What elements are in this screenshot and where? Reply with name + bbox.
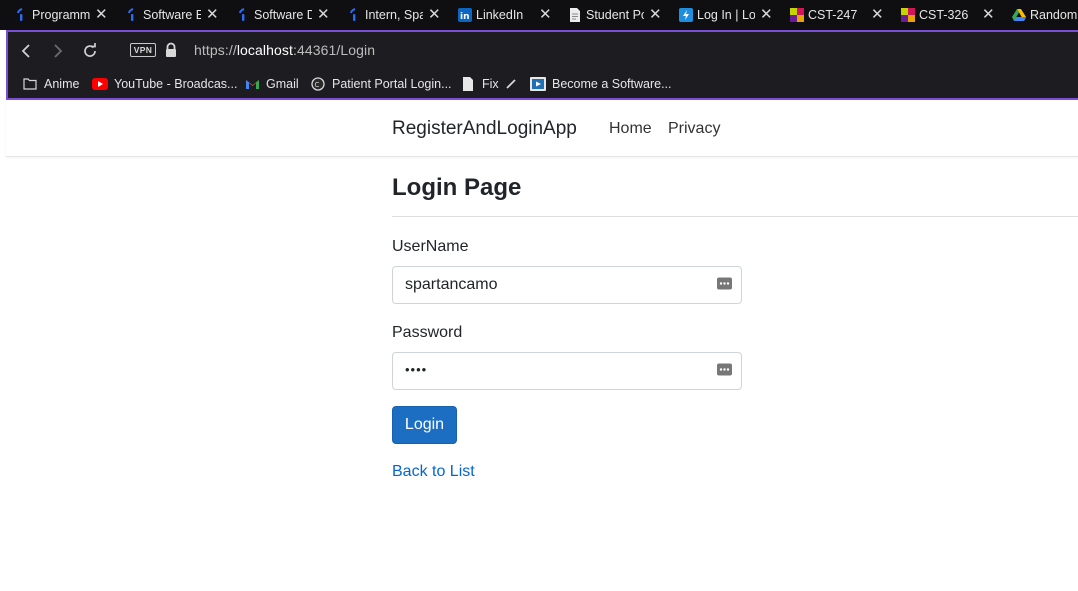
nav-privacy-link[interactable]: Privacy (668, 120, 720, 138)
browser-tab[interactable]: Intern, Spa ✕ (347, 0, 447, 30)
browser-tab[interactable]: CST-247 ✕ (790, 0, 890, 30)
linkedin-icon: in (458, 8, 472, 22)
browser-tab[interactable]: Software D ✕ (236, 0, 336, 30)
indeed-icon (347, 8, 361, 22)
youtube-icon (92, 77, 108, 91)
indeed-icon (14, 8, 28, 22)
reload-button[interactable] (80, 41, 100, 61)
close-tab-icon[interactable]: ✕ (649, 7, 662, 22)
password-manager-icon[interactable] (717, 277, 732, 290)
close-tab-icon[interactable]: ✕ (95, 7, 108, 22)
bolt-icon (679, 8, 693, 22)
close-tab-icon[interactable]: ✕ (317, 7, 330, 22)
close-tab-icon[interactable]: ✕ (539, 7, 552, 22)
close-tab-icon[interactable]: ✕ (206, 7, 219, 22)
username-label: UserName (392, 238, 469, 255)
reload-icon (84, 43, 96, 57)
password-label: Password (392, 324, 463, 341)
bookmark-become-software[interactable]: Become a Software... (530, 75, 672, 93)
tab-strip: Programm ✕ Software E ✕ Software D ✕ Int… (0, 0, 1078, 30)
bookmark-youtube[interactable]: YouTube - Broadcas... (92, 75, 237, 93)
navbar: RegisterAndLoginApp Home Privacy (6, 100, 1078, 157)
close-tab-icon[interactable]: ✕ (760, 7, 773, 22)
course-icon (790, 8, 804, 22)
vpn-badge[interactable]: VPN (130, 43, 156, 57)
pencil-icon (505, 78, 517, 90)
forward-arrow-icon (54, 44, 63, 58)
password-manager-icon[interactable] (717, 363, 732, 376)
browser-tab[interactable]: in LinkedIn ✕ (458, 0, 558, 30)
document-icon (568, 8, 582, 22)
close-tab-icon[interactable]: ✕ (982, 7, 995, 22)
username-field-wrapper (392, 266, 742, 304)
back-button[interactable] (16, 41, 36, 61)
back-to-list-link[interactable]: Back to List (392, 463, 475, 481)
browser-tab[interactable]: Programm ✕ (14, 0, 114, 30)
brand-link[interactable]: RegisterAndLoginApp (392, 118, 577, 140)
indeed-icon (125, 8, 139, 22)
page-title: Login Page (392, 174, 522, 201)
browser-tab[interactable]: Random (1012, 0, 1078, 30)
password-mask: •••• (405, 362, 428, 377)
browser-tab[interactable]: Software E ✕ (125, 0, 225, 30)
browser-tab[interactable]: Student Po ✕ (568, 0, 668, 30)
browser-toolbar: VPN https://localhost:44361/Login Anime … (6, 30, 1078, 100)
login-button[interactable]: Login (392, 406, 457, 444)
address-bar[interactable]: https://localhost:44361/Login (194, 42, 375, 58)
divider (392, 216, 1078, 217)
gmail-icon (244, 77, 260, 91)
back-arrow-icon (21, 44, 30, 58)
bookmark-patient-portal[interactable]: C Patient Portal Login... (310, 75, 452, 93)
folder-icon (22, 77, 38, 91)
page-icon (460, 77, 476, 91)
portal-icon: C (310, 77, 326, 91)
course-icon (901, 8, 915, 22)
nav-home-link[interactable]: Home (609, 120, 652, 138)
drive-icon (1012, 8, 1026, 22)
bookmark-gmail[interactable]: Gmail (244, 75, 299, 93)
web-page: RegisterAndLoginApp Home Privacy Login P… (6, 100, 1078, 591)
svg-text:C: C (315, 81, 320, 89)
video-icon (530, 77, 546, 91)
close-tab-icon[interactable]: ✕ (428, 7, 441, 22)
indeed-icon (236, 8, 250, 22)
bookmark-fix[interactable]: Fix (460, 75, 517, 93)
bookmark-anime[interactable]: Anime (22, 75, 79, 93)
username-input[interactable] (393, 267, 693, 303)
svg-text:in: in (460, 12, 470, 22)
password-input[interactable]: •••• (392, 352, 742, 390)
browser-tab[interactable]: Log In | Lo ✕ (679, 0, 779, 30)
lock-icon[interactable] (164, 42, 178, 58)
forward-button[interactable] (48, 41, 68, 61)
close-tab-icon[interactable]: ✕ (871, 7, 884, 22)
browser-tab[interactable]: CST-326 ✕ (901, 0, 1001, 30)
